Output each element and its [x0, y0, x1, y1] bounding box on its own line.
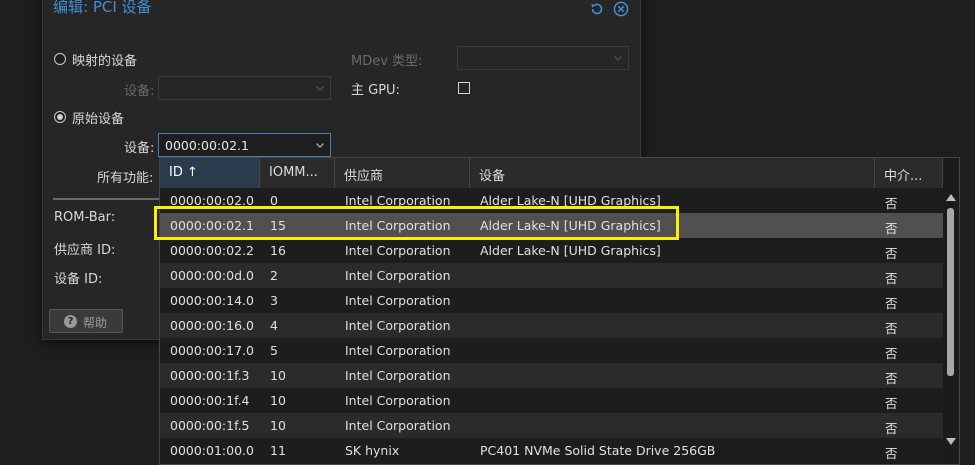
dialog-title: 编辑: PCI 设备: [53, 0, 152, 16]
cell-device: Alder Lake-N [UHD Graphics]: [480, 243, 661, 258]
cell-vendor: Intel Corporation: [345, 343, 451, 358]
mapped-device-field-label: 设备:: [124, 84, 155, 99]
cell-vendor: Intel Corporation: [345, 268, 451, 283]
cell-id: 0000:00:1f.3: [170, 368, 250, 383]
cell-iommu: 16: [270, 243, 286, 258]
mdev-type-label: MDev 类型:: [351, 54, 423, 69]
raw-device-field-label: 设备:: [124, 141, 155, 156]
raw-device-radio[interactable]: [54, 111, 66, 123]
cell-iommu: 10: [270, 368, 286, 383]
cell-id: 0000:00:17.0: [170, 343, 254, 358]
table-row[interactable]: 0000:00:0d.0 2 Intel Corporation 否: [160, 263, 943, 288]
device-picker-grid[interactable]: ID ↑ IOMM... 供应商 设备 中介... 0000:00:02.0 0 I…: [159, 157, 960, 465]
cell-vendor: Intel Corporation: [345, 368, 451, 383]
cell-id: 0000:00:14.0: [170, 293, 254, 308]
column-header-iommu[interactable]: IOMM...: [260, 158, 335, 188]
cell-iommu: 5: [270, 343, 278, 358]
cell-mdev: 否: [885, 446, 898, 461]
cell-mdev: 否: [885, 321, 898, 336]
cell-vendor: Intel Corporation: [345, 318, 451, 333]
grid-header: ID ↑ IOMM... 供应商 设备 中介...: [160, 158, 943, 189]
cell-vendor: Intel Corporation: [345, 243, 451, 258]
table-row[interactable]: 0000:00:17.0 5 Intel Corporation 否: [160, 338, 943, 363]
cell-mdev: 否: [885, 396, 898, 411]
table-row[interactable]: 0000:00:1f.5 10 Intel Corporation 否: [160, 413, 943, 438]
cell-mdev: 否: [885, 346, 898, 361]
raw-device-value: 0000:00:02.1: [165, 138, 249, 153]
cell-iommu: 10: [270, 418, 286, 433]
column-header-mdev[interactable]: 中介...: [875, 158, 943, 188]
device-id-label: 设备 ID:: [54, 272, 103, 287]
help-button-label: 帮助: [83, 316, 108, 330]
cell-id: 0000:00:1f.4: [170, 393, 250, 408]
column-header-id[interactable]: ID ↑: [160, 158, 260, 188]
cell-id: 0000:01:00.0: [170, 443, 254, 458]
cell-vendor: Intel Corporation: [345, 418, 451, 433]
cell-vendor: SK hynix: [345, 443, 400, 458]
cell-id: 0000:00:16.0: [170, 318, 254, 333]
cell-iommu: 4: [270, 318, 278, 333]
cell-mdev: 否: [885, 296, 898, 311]
column-header-vendor[interactable]: 供应商: [335, 158, 470, 188]
cell-vendor: Intel Corporation: [345, 293, 451, 308]
chevron-down-icon: [316, 86, 324, 91]
cell-vendor: Intel Corporation: [345, 393, 451, 408]
cell-mdev: 否: [885, 421, 898, 436]
table-row[interactable]: 0000:01:00.0 11 SK hynix PC401 NVMe Solid S…: [160, 438, 943, 463]
scroll-down-icon[interactable]: [946, 438, 956, 446]
raw-device-combo[interactable]: 0000:00:02.1: [158, 133, 331, 157]
mapped-device-label: 映射的设备: [72, 54, 138, 69]
reset-icon[interactable]: [589, 1, 605, 17]
close-icon[interactable]: [613, 1, 629, 17]
scroll-up-icon[interactable]: [946, 193, 956, 201]
selection-highlight-box: [154, 206, 679, 240]
scrollbar-thumb[interactable]: [947, 208, 954, 376]
vendor-id-label: 供应商 ID:: [54, 243, 116, 258]
table-row[interactable]: 0000:00:16.0 4 Intel Corporation 否: [160, 313, 943, 338]
all-functions-label: 所有功能:: [97, 171, 154, 186]
rombar-label: ROM-Bar:: [54, 210, 116, 225]
cell-mdev: 否: [885, 221, 898, 236]
primary-gpu-label: 主 GPU:: [351, 83, 400, 98]
cell-id: 0000:00:1f.5: [170, 418, 250, 433]
dialog-titlebar: 编辑: PCI 设备: [43, 0, 640, 19]
grid-scrollbar[interactable]: [943, 188, 959, 464]
cell-id: 0000:00:0d.0: [170, 268, 254, 283]
table-row[interactable]: 0000:00:1f.3 10 Intel Corporation 否: [160, 363, 943, 388]
chevron-down-icon[interactable]: [316, 141, 324, 149]
chevron-down-icon: [614, 56, 622, 61]
cell-mdev: 否: [885, 196, 898, 211]
cell-iommu: 10: [270, 393, 286, 408]
cell-mdev: 否: [885, 371, 898, 386]
cell-device: PC401 NVMe Solid State Drive 256GB: [480, 443, 716, 458]
help-icon: ?: [64, 315, 77, 328]
cell-mdev: 否: [885, 246, 898, 261]
cell-iommu: 3: [270, 293, 278, 308]
mdev-type-combo[interactable]: [457, 46, 629, 70]
cell-mdev: 否: [885, 271, 898, 286]
mapped-device-combo[interactable]: [158, 76, 331, 100]
primary-gpu-checkbox[interactable]: [458, 82, 470, 94]
mapped-device-radio[interactable]: [54, 53, 66, 65]
table-row[interactable]: 0000:00:14.0 3 Intel Corporation 否: [160, 288, 943, 313]
column-header-device[interactable]: 设备: [470, 158, 875, 188]
help-button[interactable]: ? 帮助: [49, 309, 123, 333]
raw-device-label: 原始设备: [72, 112, 125, 127]
cell-iommu: 11: [270, 443, 286, 458]
table-row[interactable]: 0000:00:1f.4 10 Intel Corporation 否: [160, 388, 943, 413]
table-row[interactable]: 0000:00:02.2 16 Intel Corporation Alder Lak…: [160, 238, 943, 263]
cell-id: 0000:00:02.2: [170, 243, 254, 258]
cell-iommu: 2: [270, 268, 278, 283]
